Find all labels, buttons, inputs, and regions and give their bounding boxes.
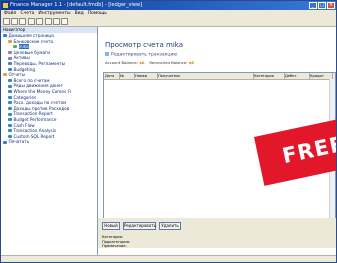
sidebar-item-label: Transaction Analysis bbox=[13, 128, 57, 134]
sidebar-item-label: Банковские счета bbox=[13, 38, 54, 44]
sidebar-item-label: Budget Performance bbox=[13, 116, 57, 122]
edit-icon[interactable] bbox=[53, 18, 60, 25]
report-icon bbox=[8, 101, 12, 105]
sidebar-item-label: Переводы, Регламенты bbox=[13, 60, 66, 66]
sidebar-item-label: Custom SQL Report bbox=[13, 133, 55, 139]
minimize-button[interactable]: _ bbox=[309, 2, 317, 9]
account-icon bbox=[13, 45, 17, 49]
sidebar-item-label: Where the Money Comes Fr bbox=[13, 88, 72, 94]
folder-icon bbox=[8, 39, 12, 43]
column-header-category[interactable]: Категория bbox=[253, 73, 285, 79]
report-icon bbox=[8, 118, 12, 122]
print-icon[interactable] bbox=[28, 18, 35, 25]
column-header-payee[interactable]: Получатель bbox=[157, 73, 254, 79]
transfer-icon bbox=[8, 62, 12, 66]
transaction-actions-panel: Новый Редактировать Удалить Категория: П… bbox=[98, 218, 336, 248]
report-icon bbox=[8, 79, 12, 83]
sidebar-item-label: Домашняя страница bbox=[8, 33, 54, 38]
account-balance-label: Account Balance: bbox=[105, 60, 138, 65]
menu-file[interactable]: Файл bbox=[4, 10, 16, 17]
sidebar-item-label: Всего по счетам bbox=[13, 77, 50, 83]
column-header-num[interactable]: Номер bbox=[134, 73, 158, 79]
delete-button[interactable]: Удалить bbox=[159, 222, 181, 230]
menu-view[interactable]: Вид bbox=[75, 10, 84, 17]
app-icon bbox=[3, 3, 8, 8]
account-balance-value: $0 bbox=[139, 60, 145, 65]
new-button[interactable]: Новый bbox=[102, 222, 120, 230]
sidebar-item[interactable]: Печатать bbox=[1, 139, 97, 145]
sidebar-item-label: Budgeting bbox=[13, 66, 36, 72]
home-icon bbox=[3, 34, 7, 38]
edit-transaction-label: Редактировать транзакцию bbox=[111, 52, 178, 58]
folder-icon bbox=[3, 73, 7, 77]
sidebar-item-label: Активы bbox=[13, 55, 30, 61]
close-button[interactable]: × bbox=[327, 2, 335, 9]
maximize-button[interactable]: □ bbox=[318, 2, 326, 9]
report-icon bbox=[8, 123, 12, 127]
sidebar-item-label: Transaction Report bbox=[13, 111, 53, 117]
edit-button[interactable]: Редактировать bbox=[123, 222, 156, 230]
preview-icon[interactable] bbox=[36, 18, 43, 25]
menu-help[interactable]: Помощь bbox=[88, 10, 107, 17]
add-icon[interactable] bbox=[45, 18, 52, 25]
print-icon bbox=[3, 140, 7, 144]
sidebar-item-label: Целевые бумаги bbox=[13, 49, 50, 55]
report-icon bbox=[8, 129, 12, 133]
sidebar-item-label: Отчеты bbox=[8, 72, 26, 78]
column-header-date[interactable]: Дата bbox=[104, 73, 120, 79]
application-window: Finance Manager 1.1 - [default.fmdb] - [… bbox=[0, 0, 337, 263]
budget-icon bbox=[8, 67, 12, 71]
sidebar-item-label: Ряды движения денег bbox=[13, 83, 63, 89]
title-bar: Finance Manager 1.1 - [default.fmdb] - [… bbox=[1, 1, 336, 10]
transaction-details: Категория: Подкатегория: Примечание: bbox=[102, 235, 130, 249]
report-icon bbox=[8, 107, 12, 111]
stack-icon bbox=[8, 51, 12, 55]
edit-icon bbox=[105, 52, 109, 56]
sidebar-item-label: mika bbox=[18, 44, 29, 50]
menu-bar: Файл Счета Инструменты Вид Помощь bbox=[1, 10, 336, 17]
menu-accounts[interactable]: Счета bbox=[20, 10, 34, 17]
sidebar-item-label: Categories bbox=[13, 94, 37, 100]
report-icon bbox=[8, 84, 12, 88]
reconciled-balance-label: Reconciled Balance: bbox=[149, 60, 188, 65]
asset-icon bbox=[8, 56, 12, 60]
save-icon[interactable] bbox=[19, 18, 26, 25]
report-icon bbox=[8, 90, 12, 94]
toolbar bbox=[1, 17, 336, 27]
window-title: Finance Manager 1.1 - [default.fmdb] - [… bbox=[10, 2, 143, 8]
sidebar-item-label: Доходы против Расходов bbox=[13, 105, 70, 111]
delete-icon[interactable] bbox=[61, 18, 68, 25]
page-title: Просмотр счета mika bbox=[105, 41, 184, 49]
menu-tools[interactable]: Инструменты bbox=[38, 10, 70, 17]
edit-transaction-link[interactable]: Редактировать транзакцию bbox=[105, 52, 177, 58]
balances-line: Account Balance: $0 Reconciled Balance: … bbox=[105, 60, 194, 65]
new-file-icon[interactable] bbox=[3, 18, 10, 25]
navigation-tree: Домашняя страница Банковские счета mika Цел… bbox=[1, 33, 97, 145]
sidebar-item-label: Cash Flow bbox=[13, 122, 35, 128]
status-bar bbox=[1, 255, 336, 262]
column-header-number[interactable]: № bbox=[119, 73, 135, 79]
column-header-debit[interactable]: Дебет bbox=[284, 73, 310, 79]
report-icon bbox=[8, 112, 12, 116]
report-icon bbox=[8, 134, 12, 138]
report-icon bbox=[8, 95, 12, 99]
note-label: Примечание: bbox=[102, 244, 127, 248]
grid-header-row: Дата № Номер Получатель Категория Дебет … bbox=[104, 73, 335, 80]
reconciled-balance-value: $0 bbox=[188, 60, 195, 65]
sidebar-item-label: Печатать bbox=[8, 139, 30, 145]
sidebar-item-label: Расх. доходы по счетам bbox=[13, 100, 67, 106]
sidebar-navigator: Навигатор Домашняя страница Банковские сч… bbox=[1, 27, 98, 262]
open-folder-icon[interactable] bbox=[11, 18, 18, 25]
